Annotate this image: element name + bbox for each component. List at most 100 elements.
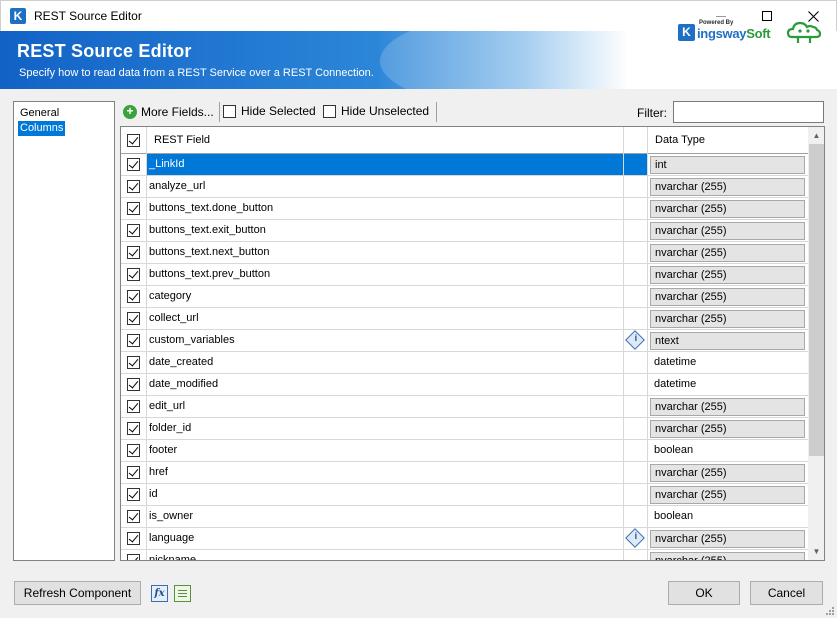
info-icon[interactable] bbox=[625, 528, 645, 548]
row-field-name[interactable]: id bbox=[147, 484, 624, 505]
table-row[interactable]: analyze_url nvarchar (255) bbox=[121, 176, 808, 198]
table-row[interactable]: id nvarchar (255) bbox=[121, 484, 808, 506]
row-data-type[interactable]: nvarchar (255) bbox=[650, 200, 805, 218]
info-icon[interactable] bbox=[625, 330, 645, 350]
row-checkbox[interactable] bbox=[127, 554, 140, 560]
filter-input[interactable] bbox=[673, 101, 824, 123]
row-data-type[interactable]: int bbox=[650, 156, 805, 174]
row-data-type[interactable]: nvarchar (255) bbox=[650, 266, 805, 284]
row-field-name[interactable]: folder_id bbox=[147, 418, 624, 439]
row-field-name[interactable]: date_created bbox=[147, 352, 624, 373]
row-checkbox[interactable] bbox=[127, 158, 140, 171]
table-row[interactable]: buttons_text.exit_button nvarchar (255) bbox=[121, 220, 808, 242]
row-checkbox[interactable] bbox=[127, 378, 140, 391]
row-data-type[interactable]: nvarchar (255) bbox=[650, 486, 805, 504]
hide-selected-label: Hide Selected bbox=[241, 104, 316, 118]
vertical-scrollbar[interactable]: ▲ ▼ bbox=[808, 127, 824, 560]
table-row[interactable]: category nvarchar (255) bbox=[121, 286, 808, 308]
header-rest-field[interactable]: REST Field bbox=[147, 127, 624, 154]
row-data-type[interactable]: nvarchar (255) bbox=[650, 288, 805, 306]
nav-item-columns[interactable]: Columns bbox=[18, 121, 66, 136]
row-field-name[interactable]: is_owner bbox=[147, 506, 624, 527]
row-checkbox[interactable] bbox=[127, 180, 140, 193]
table-row[interactable]: footer boolean bbox=[121, 440, 808, 462]
row-field-name[interactable]: language bbox=[147, 528, 624, 549]
row-field-name[interactable]: nickname bbox=[147, 550, 624, 560]
row-check-cell bbox=[121, 506, 147, 527]
row-checkbox[interactable] bbox=[127, 334, 140, 347]
table-row[interactable]: _LinkId int bbox=[121, 154, 808, 176]
row-data-type[interactable]: nvarchar (255) bbox=[650, 244, 805, 262]
row-checkbox[interactable] bbox=[127, 532, 140, 545]
resize-grip-icon[interactable] bbox=[823, 604, 835, 616]
table-row[interactable]: edit_url nvarchar (255) bbox=[121, 396, 808, 418]
table-row[interactable]: nickname nvarchar (255) bbox=[121, 550, 808, 560]
table-row[interactable]: custom_variables ntext bbox=[121, 330, 808, 352]
select-all-checkbox[interactable] bbox=[127, 134, 140, 147]
row-field-name[interactable]: buttons_text.exit_button bbox=[147, 220, 624, 241]
row-field-name[interactable]: custom_variables bbox=[147, 330, 624, 351]
row-data-type[interactable]: nvarchar (255) bbox=[650, 178, 805, 196]
row-data-type[interactable]: nvarchar (255) bbox=[650, 464, 805, 482]
row-data-type-cell: nvarchar (255) bbox=[648, 242, 808, 263]
row-data-type[interactable]: nvarchar (255) bbox=[650, 398, 805, 416]
table-row[interactable]: buttons_text.prev_button nvarchar (255) bbox=[121, 264, 808, 286]
ok-button[interactable]: OK bbox=[668, 581, 740, 605]
row-field-name[interactable]: edit_url bbox=[147, 396, 624, 417]
nav-item-general[interactable]: General bbox=[18, 106, 61, 121]
row-checkbox[interactable] bbox=[127, 202, 140, 215]
row-field-name[interactable]: _LinkId bbox=[147, 154, 624, 175]
row-checkbox[interactable] bbox=[127, 268, 140, 281]
hide-unselected-checkbox[interactable]: Hide Unselected bbox=[323, 104, 429, 118]
row-data-type[interactable]: nvarchar (255) bbox=[650, 420, 805, 438]
row-field-name[interactable]: buttons_text.next_button bbox=[147, 242, 624, 263]
row-data-type[interactable]: nvarchar (255) bbox=[650, 530, 805, 548]
row-checkbox[interactable] bbox=[127, 400, 140, 413]
row-checkbox[interactable] bbox=[127, 290, 140, 303]
table-row[interactable]: date_modified datetime bbox=[121, 374, 808, 396]
table-row[interactable]: href nvarchar (255) bbox=[121, 462, 808, 484]
row-checkbox[interactable] bbox=[127, 510, 140, 523]
table-row[interactable]: buttons_text.next_button nvarchar (255) bbox=[121, 242, 808, 264]
table-row[interactable]: date_created datetime bbox=[121, 352, 808, 374]
row-data-type[interactable]: nvarchar (255) bbox=[650, 552, 805, 560]
row-data-type[interactable]: nvarchar (255) bbox=[650, 222, 805, 240]
table-row[interactable]: language nvarchar (255) bbox=[121, 528, 808, 550]
hide-selected-checkbox[interactable]: Hide Selected bbox=[223, 104, 316, 118]
row-data-type[interactable]: ntext bbox=[650, 332, 805, 350]
row-checkbox[interactable] bbox=[127, 246, 140, 259]
row-checkbox[interactable] bbox=[127, 356, 140, 369]
more-fields-button[interactable]: + More Fields... bbox=[123, 103, 214, 121]
row-data-type-cell: int bbox=[648, 154, 808, 175]
row-checkbox[interactable] bbox=[127, 312, 140, 325]
row-field-name[interactable]: analyze_url bbox=[147, 176, 624, 197]
scroll-down-icon[interactable]: ▼ bbox=[808, 543, 824, 560]
row-field-name[interactable]: buttons_text.done_button bbox=[147, 198, 624, 219]
expression-icon[interactable]: fx bbox=[151, 585, 168, 602]
row-check-cell bbox=[121, 154, 147, 175]
row-field-name[interactable]: buttons_text.prev_button bbox=[147, 264, 624, 285]
table-row[interactable]: is_owner boolean bbox=[121, 506, 808, 528]
row-field-name[interactable]: href bbox=[147, 462, 624, 483]
table-row[interactable]: folder_id nvarchar (255) bbox=[121, 418, 808, 440]
row-checkbox[interactable] bbox=[127, 466, 140, 479]
table-row[interactable]: buttons_text.done_button nvarchar (255) bbox=[121, 198, 808, 220]
row-field-name[interactable]: date_modified bbox=[147, 374, 624, 395]
row-data-type-cell: nvarchar (255) bbox=[648, 220, 808, 241]
variables-icon[interactable] bbox=[174, 585, 191, 602]
row-checkbox[interactable] bbox=[127, 422, 140, 435]
scroll-thumb[interactable] bbox=[809, 144, 824, 456]
row-field-name[interactable]: collect_url bbox=[147, 308, 624, 329]
row-checkbox[interactable] bbox=[127, 488, 140, 501]
cancel-button[interactable]: Cancel bbox=[750, 581, 823, 605]
row-checkbox[interactable] bbox=[127, 224, 140, 237]
row-field-name[interactable]: footer bbox=[147, 440, 624, 461]
row-checkbox[interactable] bbox=[127, 444, 140, 457]
scroll-up-icon[interactable]: ▲ bbox=[808, 127, 824, 144]
refresh-component-button[interactable]: Refresh Component bbox=[14, 581, 141, 605]
row-data-type[interactable]: nvarchar (255) bbox=[650, 310, 805, 328]
row-data-type-cell: datetime bbox=[648, 374, 808, 395]
table-row[interactable]: collect_url nvarchar (255) bbox=[121, 308, 808, 330]
header-data-type[interactable]: Data Type bbox=[648, 127, 808, 154]
row-field-name[interactable]: category bbox=[147, 286, 624, 307]
